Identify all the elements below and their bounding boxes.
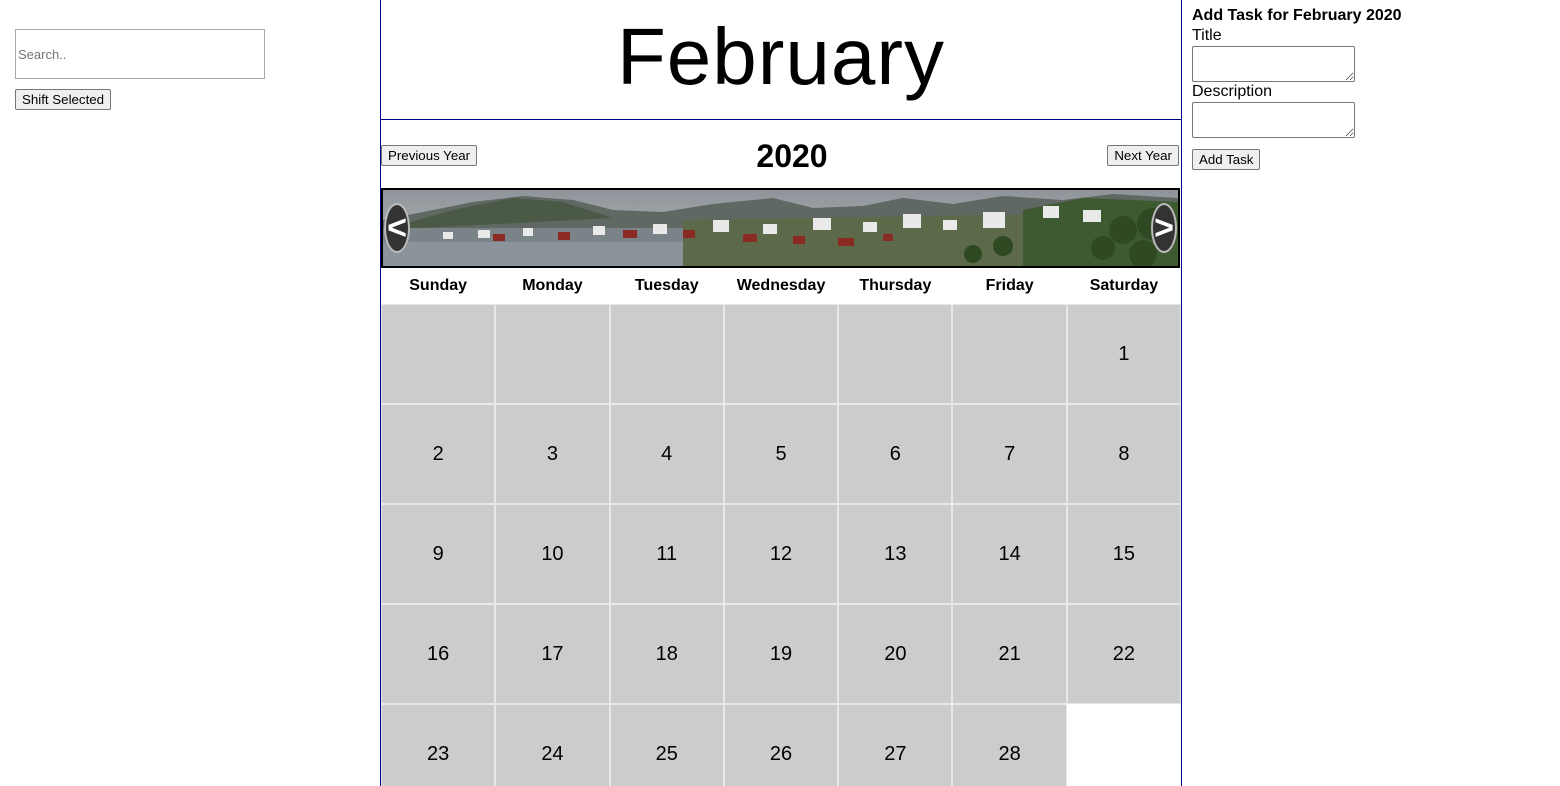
- day-cell[interactable]: 17: [495, 604, 610, 704]
- weekday-label: Saturday: [1089, 277, 1159, 294]
- year-label: 2020: [756, 138, 828, 174]
- weekday-header-row: Sunday Monday Tuesday Wednesday Thursday…: [381, 268, 1181, 304]
- day-cell[interactable]: 9: [381, 504, 496, 604]
- slider-prev-arrow[interactable]: <: [384, 203, 410, 253]
- day-cell-empty: [1066, 704, 1181, 786]
- day-cell[interactable]: 22: [1066, 604, 1181, 704]
- title-field[interactable]: [1192, 46, 1355, 82]
- slider-next-arrow[interactable]: >: [1151, 203, 1177, 253]
- add-task-panel: Add Task for February 2020 Title Descrip…: [1192, 6, 1522, 170]
- day-cell[interactable]: 25: [609, 704, 724, 786]
- days-grid: 1 2 3 4 5 6 7 8 9 10 11 12 13 14 15 16 1…: [381, 304, 1181, 786]
- day-cell[interactable]: 15: [1066, 504, 1181, 604]
- month-header: February: [381, 0, 1181, 120]
- day-cell-empty[interactable]: [381, 304, 496, 404]
- day-cell[interactable]: 1: [1066, 304, 1181, 404]
- day-cell-empty[interactable]: [838, 304, 953, 404]
- day-cell[interactable]: 13: [838, 504, 953, 604]
- day-cell-empty[interactable]: [495, 304, 610, 404]
- landscape-image: [383, 190, 1178, 266]
- day-cell[interactable]: 4: [609, 404, 724, 504]
- day-cell[interactable]: 14: [952, 504, 1067, 604]
- day-cell[interactable]: 12: [723, 504, 839, 604]
- weekday-label: Thursday: [859, 277, 932, 294]
- day-cell[interactable]: 10: [495, 504, 610, 604]
- day-cell[interactable]: 19: [723, 604, 839, 704]
- day-cell[interactable]: 28: [952, 704, 1067, 786]
- calendar: February Previous Year 2020 Next Year < …: [380, 0, 1182, 786]
- day-cell-empty[interactable]: [723, 304, 839, 404]
- description-field[interactable]: [1192, 102, 1355, 138]
- weekday-label: Monday: [522, 277, 583, 294]
- day-cell[interactable]: 2: [381, 404, 496, 504]
- year-row: Previous Year 2020 Next Year: [381, 120, 1181, 188]
- day-cell-empty[interactable]: [609, 304, 724, 404]
- day-cell[interactable]: 23: [381, 704, 496, 786]
- add-task-button[interactable]: Add Task: [1192, 149, 1261, 170]
- image-slider: < >: [381, 188, 1180, 268]
- day-cell[interactable]: 11: [609, 504, 724, 604]
- day-cell[interactable]: 21: [952, 604, 1067, 704]
- day-cell[interactable]: 18: [609, 604, 724, 704]
- day-cell[interactable]: 20: [838, 604, 953, 704]
- weekday-label: Friday: [985, 277, 1034, 294]
- day-cell[interactable]: 27: [838, 704, 953, 786]
- day-cell[interactable]: 24: [495, 704, 610, 786]
- title-label: Title: [1192, 27, 1222, 44]
- description-label: Description: [1192, 83, 1273, 100]
- day-cell[interactable]: 26: [723, 704, 839, 786]
- day-cell[interactable]: 6: [838, 404, 953, 504]
- left-panel: Shift Selected: [15, 29, 265, 110]
- day-cell[interactable]: 5: [723, 404, 839, 504]
- day-cell-empty[interactable]: [952, 304, 1067, 404]
- day-cell[interactable]: 7: [952, 404, 1067, 504]
- weekday-label: Sunday: [409, 277, 468, 294]
- next-year-button[interactable]: Next Year: [1107, 145, 1179, 166]
- shift-selected-button[interactable]: Shift Selected: [15, 89, 112, 110]
- search-input[interactable]: [15, 29, 265, 79]
- add-task-heading: Add Task for February 2020: [1192, 7, 1402, 24]
- weekday-label: Tuesday: [634, 277, 699, 294]
- day-cell[interactable]: 3: [495, 404, 610, 504]
- month-title: February: [616, 11, 946, 101]
- day-cell[interactable]: 8: [1066, 404, 1181, 504]
- weekday-label: Wednesday: [736, 277, 826, 294]
- day-cell[interactable]: 16: [381, 604, 496, 704]
